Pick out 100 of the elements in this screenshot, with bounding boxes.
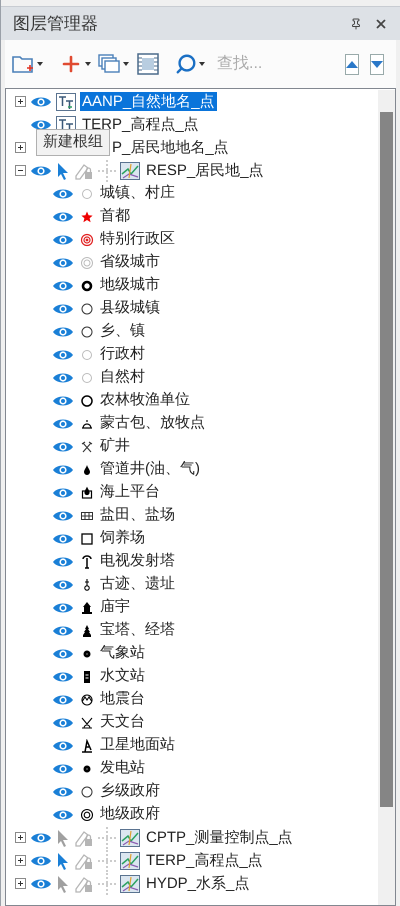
eye-icon[interactable]: [52, 648, 74, 660]
eye-icon[interactable]: [52, 578, 74, 590]
eye-icon[interactable]: [52, 532, 74, 544]
legend-label: 天文台: [100, 712, 145, 732]
cursor-icon[interactable]: [56, 162, 70, 180]
legend-label: 古迹、遗址: [100, 574, 175, 594]
move-up-button[interactable]: [345, 54, 359, 74]
tooltip: 新建根组: [36, 129, 110, 156]
legend-label: 海上平台: [100, 482, 160, 502]
point-layer-icon: [120, 828, 140, 846]
legend-label: 电视发射塔: [100, 551, 175, 572]
eye-icon[interactable]: [52, 256, 74, 268]
eye-icon[interactable]: [52, 510, 74, 522]
legend-label: 县级城镇: [100, 298, 160, 318]
close-icon[interactable]: [374, 16, 388, 30]
cursor-icon[interactable]: [56, 874, 70, 892]
point-layer-icon: [120, 162, 140, 180]
legend-label: 蒙古包、放牧点: [100, 413, 205, 434]
legend-label: 自然村: [100, 367, 145, 388]
eye-icon[interactable]: [30, 96, 52, 108]
layer-name[interactable]: TERP_高程点_点: [144, 851, 265, 870]
expand-icon[interactable]: [15, 96, 26, 107]
caret-icon[interactable]: [199, 62, 205, 66]
collapse-icon[interactable]: [15, 165, 26, 176]
connector-icon: [98, 826, 116, 848]
connector-icon: [98, 160, 116, 182]
eye-icon[interactable]: [52, 302, 74, 314]
eye-icon[interactable]: [52, 716, 74, 728]
legend-label: 宝塔、经塔: [100, 620, 175, 640]
eye-icon[interactable]: [52, 348, 74, 360]
legend-label: 水文站: [100, 666, 145, 686]
eye-icon[interactable]: [52, 486, 74, 498]
move-down-button[interactable]: [370, 54, 384, 74]
up-triangle-icon: [346, 60, 358, 68]
layer-name[interactable]: CPTP_测量控制点_点: [144, 828, 295, 847]
layers-button[interactable]: [97, 53, 129, 75]
map-icon: [137, 53, 159, 75]
caret-icon[interactable]: [85, 62, 91, 66]
eye-icon[interactable]: [30, 832, 52, 844]
scrollbar[interactable]: [378, 90, 395, 905]
legend-label: 地级城市: [100, 275, 160, 296]
eye-icon[interactable]: [52, 464, 74, 476]
eye-icon[interactable]: [52, 440, 74, 452]
legend-label: 盐田、盐场: [100, 505, 175, 526]
legend-label: 农林牧渔单位: [100, 390, 190, 410]
eye-icon[interactable]: [52, 326, 74, 338]
eye-icon[interactable]: [30, 854, 52, 866]
eye-icon[interactable]: [52, 624, 74, 636]
new-group-button[interactable]: [11, 53, 43, 75]
legend-label: 地震台: [100, 689, 145, 710]
eye-icon[interactable]: [30, 164, 52, 176]
legend-label: 气象站: [100, 643, 145, 664]
legend-label: 乡级政府: [100, 781, 160, 802]
text-layer-icon: [56, 92, 76, 110]
point-layer-icon: [120, 852, 140, 870]
legend-label: 城镇、村庄: [100, 183, 175, 204]
eye-icon[interactable]: [52, 188, 74, 200]
layer-name[interactable]: AANP_自然地名_点: [80, 92, 217, 111]
eye-icon[interactable]: [52, 786, 74, 798]
legend-label: 矿井: [100, 436, 130, 456]
map-button[interactable]: [137, 53, 159, 75]
pin-icon[interactable]: [350, 18, 362, 30]
legend-label: 饲养场: [100, 528, 145, 548]
panel-title: 图层管理器: [13, 12, 99, 35]
expand-icon[interactable]: [15, 878, 26, 889]
expand-icon[interactable]: [15, 832, 26, 843]
eye-icon[interactable]: [52, 556, 74, 568]
eye-icon[interactable]: [52, 670, 74, 682]
eye-icon[interactable]: [52, 602, 74, 614]
caret-icon[interactable]: [123, 62, 129, 66]
layer-name[interactable]: P_居民地地名_点: [110, 138, 231, 157]
layer-name[interactable]: HYDP_水系_点: [144, 874, 252, 893]
cursor-icon[interactable]: [56, 828, 70, 846]
eye-icon[interactable]: [30, 878, 52, 890]
legend-label: 省级城市: [100, 252, 160, 272]
eye-icon[interactable]: [52, 210, 74, 222]
legend-label: 首都: [100, 206, 130, 226]
search-button[interactable]: [175, 53, 205, 75]
expand-icon[interactable]: [15, 855, 26, 866]
scrollbar-thumb[interactable]: [380, 112, 393, 807]
eye-icon[interactable]: [52, 280, 74, 292]
search-icon: [175, 53, 197, 75]
eye-icon[interactable]: [52, 808, 74, 820]
search-field[interactable]: 查找...: [217, 52, 337, 76]
eye-icon[interactable]: [30, 118, 52, 130]
stacked-windows-icon: [97, 53, 121, 75]
cursor-icon[interactable]: [56, 852, 70, 870]
eye-icon[interactable]: [52, 234, 74, 246]
legend-label: 特别行政区: [100, 229, 175, 250]
eye-icon[interactable]: [52, 694, 74, 706]
eye-icon[interactable]: [52, 372, 74, 384]
eye-icon[interactable]: [52, 762, 74, 774]
eye-icon[interactable]: [52, 394, 74, 406]
legend-label: 乡、镇: [100, 321, 145, 342]
eye-icon[interactable]: [52, 418, 74, 430]
eye-icon[interactable]: [52, 740, 74, 752]
connector-icon: [98, 850, 116, 872]
expand-icon[interactable]: [15, 142, 26, 153]
caret-icon[interactable]: [37, 62, 43, 66]
layer-name[interactable]: RESP_居民地_点: [144, 161, 266, 180]
